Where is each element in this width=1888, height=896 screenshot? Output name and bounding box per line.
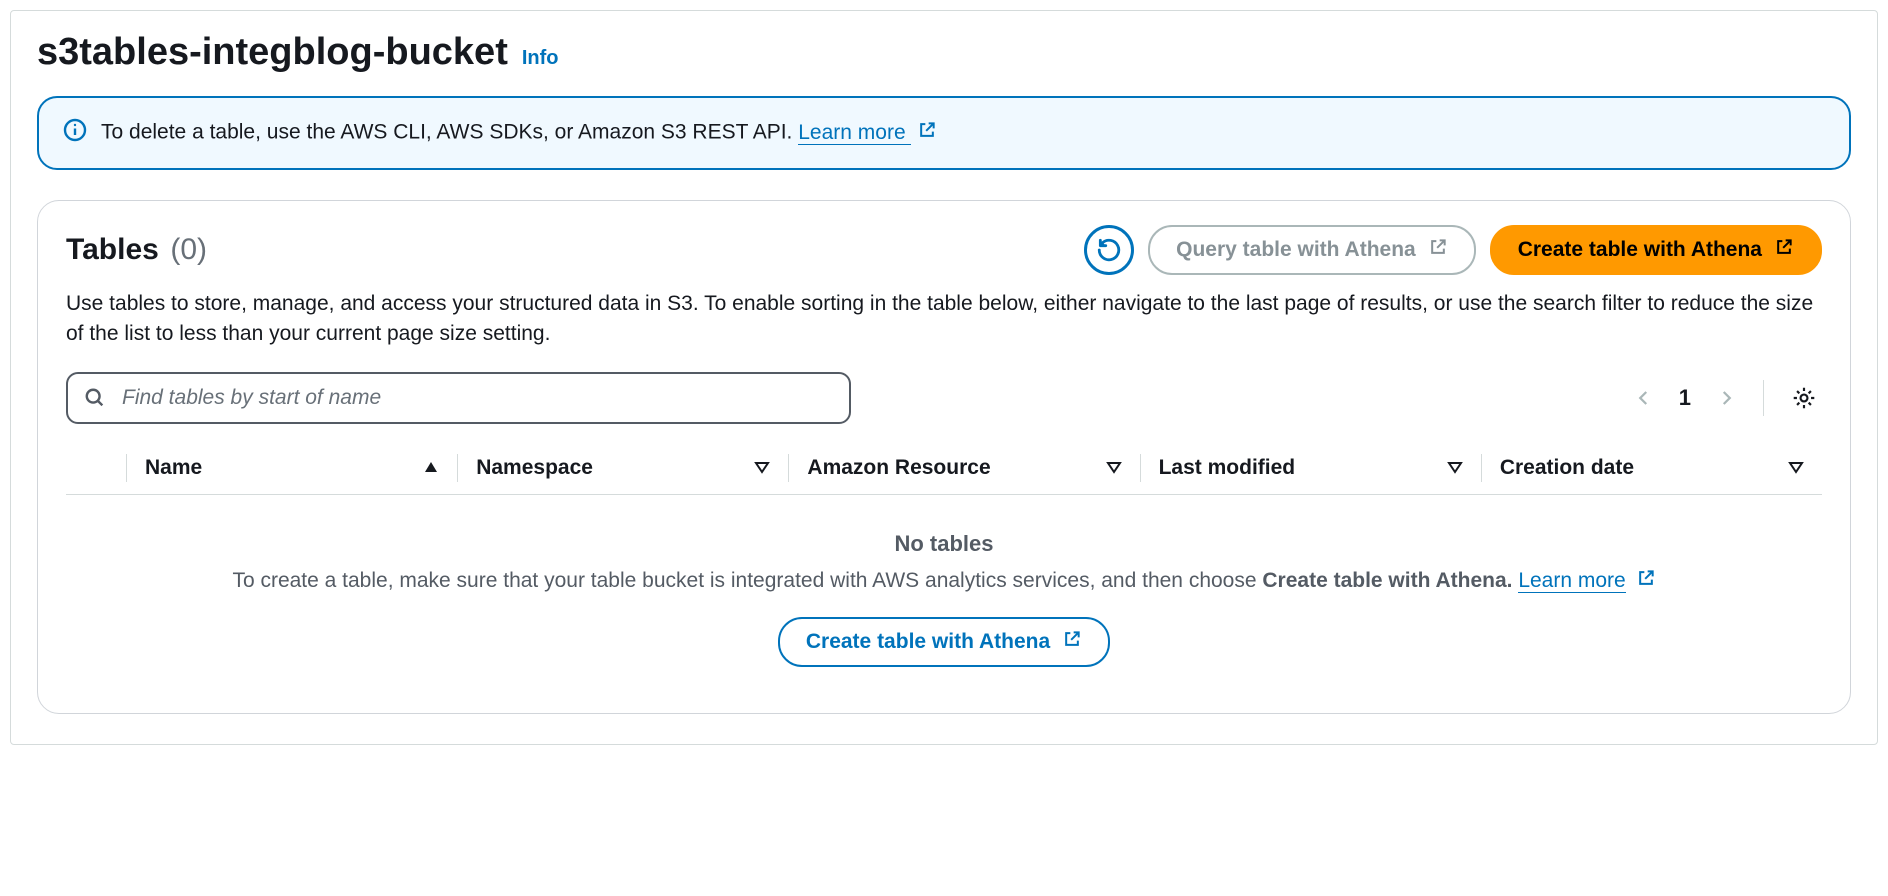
empty-create-label: Create table with Athena: [806, 630, 1050, 654]
pagination: 1: [1629, 380, 1822, 416]
column-header-last-modified[interactable]: Last modified: [1141, 450, 1481, 486]
external-link-icon: [917, 120, 937, 146]
info-link[interactable]: Info: [522, 47, 559, 70]
external-link-icon: [1774, 237, 1794, 263]
create-athena-button[interactable]: Create table with Athena: [1490, 225, 1822, 275]
empty-title: No tables: [86, 531, 1802, 557]
tables-count: (0): [170, 233, 207, 266]
empty-line1: To create a table, make sure that your t…: [232, 569, 1262, 592]
page-title: s3tables-integblog-bucket: [37, 31, 508, 74]
empty-learn-more-link[interactable]: Learn more: [1518, 569, 1625, 593]
info-icon: [63, 118, 87, 148]
next-page-button[interactable]: [1711, 383, 1741, 413]
tables-panel: Tables (0) Query table with Athena: [37, 200, 1851, 714]
sort-asc-icon: [423, 456, 439, 480]
external-link-icon: [1636, 566, 1656, 598]
empty-strong: Create table with Athena: [1262, 569, 1506, 592]
query-athena-label: Query table with Athena: [1176, 238, 1416, 262]
external-link-icon: [1428, 237, 1448, 263]
chevron-left-icon: [1635, 389, 1653, 407]
sort-icon: [754, 456, 770, 480]
empty-create-athena-button[interactable]: Create table with Athena: [778, 617, 1110, 667]
gear-icon: [1791, 385, 1817, 411]
column-header-namespace[interactable]: Namespace: [458, 450, 788, 486]
table-header-row: Name Namespace Amazon Resource: [66, 442, 1822, 495]
external-link-icon: [1062, 629, 1082, 655]
create-athena-label: Create table with Athena: [1518, 238, 1762, 262]
column-header-creation-date[interactable]: Creation date: [1482, 450, 1822, 486]
delete-info-alert: To delete a table, use the AWS CLI, AWS …: [37, 96, 1851, 170]
sort-icon: [1788, 456, 1804, 480]
column-header-name[interactable]: Name: [127, 450, 457, 486]
settings-button[interactable]: [1786, 380, 1822, 416]
alert-text: To delete a table, use the AWS CLI, AWS …: [101, 121, 798, 144]
sort-icon: [1106, 456, 1122, 480]
search-input[interactable]: [66, 372, 851, 424]
sort-icon: [1447, 456, 1463, 480]
refresh-button[interactable]: [1084, 225, 1134, 275]
refresh-icon: [1096, 237, 1122, 263]
chevron-right-icon: [1717, 389, 1735, 407]
prev-page-button[interactable]: [1629, 383, 1659, 413]
panel-description: Use tables to store, manage, and access …: [66, 289, 1822, 350]
column-header-arn[interactable]: Amazon Resource: [789, 450, 1139, 486]
empty-state: No tables To create a table, make sure t…: [66, 495, 1822, 677]
query-athena-button[interactable]: Query table with Athena: [1148, 225, 1476, 275]
panel-title: Tables: [66, 233, 159, 266]
page-header: s3tables-integblog-bucket Info: [37, 31, 1851, 74]
alert-learn-more-link[interactable]: Learn more: [798, 121, 911, 145]
page-number: 1: [1671, 385, 1699, 411]
